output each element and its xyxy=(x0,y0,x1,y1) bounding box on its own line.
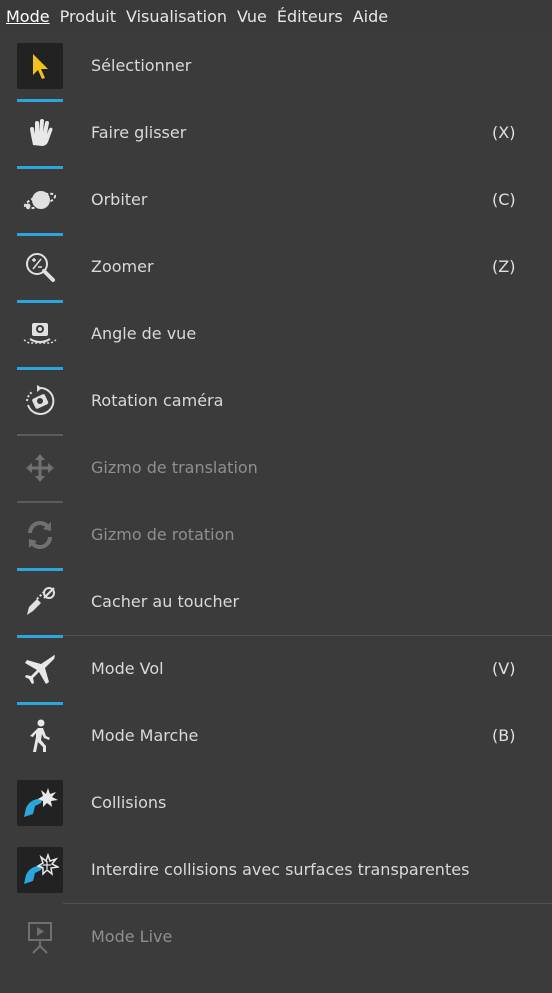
menu-item-zoomer[interactable]: Zoomer (Z) xyxy=(0,233,552,300)
menu-item-shortcut: (Z) xyxy=(492,257,516,276)
collision-icon xyxy=(17,779,63,826)
menu-produit[interactable]: Produit xyxy=(60,5,116,28)
menu-item-selectionner[interactable]: Sélectionner xyxy=(0,32,552,99)
separator xyxy=(17,233,63,236)
orbit-icon xyxy=(17,177,63,223)
separator xyxy=(17,635,63,638)
menu-item-label: Sélectionner xyxy=(91,56,192,75)
separator xyxy=(17,99,63,102)
menu-editeurs[interactable]: Éditeurs xyxy=(277,5,343,28)
menu-item-label: Angle de vue xyxy=(91,324,197,343)
menu-item-collisions[interactable]: Collisions xyxy=(0,769,552,836)
separator xyxy=(17,166,63,169)
menu-item-mode-vol[interactable]: Mode Vol (V) xyxy=(0,635,552,702)
camera-rotation-icon xyxy=(17,378,63,424)
separator xyxy=(17,367,63,370)
separator xyxy=(63,903,552,904)
menu-aide[interactable]: Aide xyxy=(353,5,388,28)
airplane-icon xyxy=(17,646,63,692)
transparent-collision-icon xyxy=(17,846,63,893)
mode-dropdown-menu: Sélectionner Faire glisser (X) Orbiter (… xyxy=(0,32,552,970)
menu-item-mode-marche[interactable]: Mode Marche (B) xyxy=(0,702,552,769)
separator xyxy=(17,300,63,303)
zoom-icon xyxy=(17,244,63,290)
menu-item-interdire-collisions-transparentes[interactable]: Interdire collisions avec surfaces trans… xyxy=(0,836,552,903)
menu-item-label: Zoomer xyxy=(91,257,154,276)
menu-item-gizmo-rotation[interactable]: Gizmo de rotation xyxy=(0,501,552,568)
menu-item-shortcut: (X) xyxy=(492,123,516,142)
menu-item-label: Mode Marche xyxy=(91,726,199,745)
menu-item-label: Cacher au toucher xyxy=(91,592,240,611)
menu-item-angle-de-vue[interactable]: Angle de vue xyxy=(0,300,552,367)
cursor-arrow-icon xyxy=(17,42,63,89)
hand-icon xyxy=(17,110,63,156)
menu-mode[interactable]: Mode xyxy=(6,5,50,28)
separator xyxy=(17,568,63,571)
menu-item-label: Gizmo de rotation xyxy=(91,525,235,544)
menu-item-label: Rotation caméra xyxy=(91,391,224,410)
menu-item-label: Interdire collisions avec surfaces trans… xyxy=(91,860,470,879)
separator xyxy=(17,434,63,436)
rotation-gizmo-icon xyxy=(17,512,63,558)
menu-vue[interactable]: Vue xyxy=(237,5,267,28)
menu-item-rotation-camera[interactable]: Rotation caméra xyxy=(0,367,552,434)
translation-gizmo-icon xyxy=(17,445,63,491)
menu-bar: Mode Produit Visualisation Vue Éditeurs … xyxy=(0,0,552,32)
menu-item-shortcut: (B) xyxy=(492,726,516,745)
menu-item-label: Orbiter xyxy=(91,190,148,209)
menu-item-faire-glisser[interactable]: Faire glisser (X) xyxy=(0,99,552,166)
view-angle-icon xyxy=(17,311,63,357)
separator xyxy=(17,702,63,705)
hide-on-touch-icon xyxy=(17,579,63,625)
menu-item-cacher-au-toucher[interactable]: Cacher au toucher xyxy=(0,568,552,635)
menu-item-label: Mode Vol xyxy=(91,659,164,678)
menu-item-mode-live[interactable]: Mode Live xyxy=(0,903,552,970)
menu-item-label: Collisions xyxy=(91,793,167,812)
live-mode-icon xyxy=(17,914,63,960)
menu-item-label: Mode Live xyxy=(91,927,173,946)
menu-item-orbiter[interactable]: Orbiter (C) xyxy=(0,166,552,233)
separator xyxy=(63,635,552,636)
walking-person-icon xyxy=(17,713,63,759)
menu-item-shortcut: (V) xyxy=(492,659,516,678)
separator xyxy=(17,501,63,503)
menu-item-label: Faire glisser xyxy=(91,123,187,142)
menu-visualisation[interactable]: Visualisation xyxy=(126,5,227,28)
menu-item-shortcut: (C) xyxy=(492,190,516,209)
menu-item-gizmo-translation[interactable]: Gizmo de translation xyxy=(0,434,552,501)
menu-item-label: Gizmo de translation xyxy=(91,458,258,477)
